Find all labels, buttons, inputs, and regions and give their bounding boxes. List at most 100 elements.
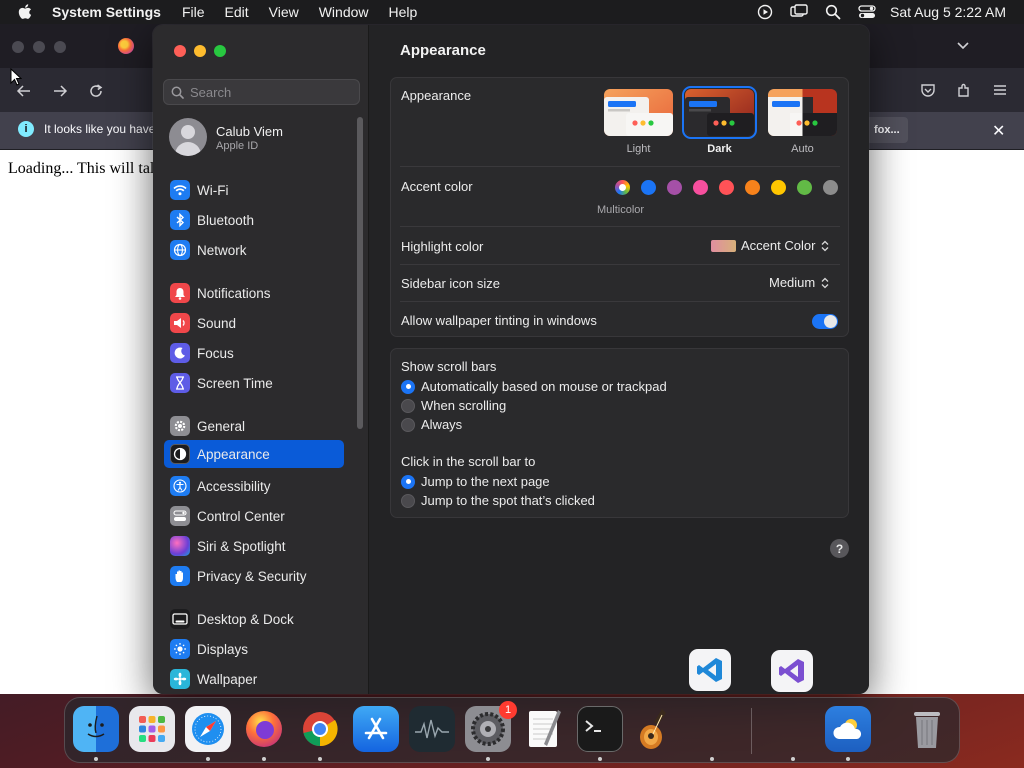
visual-studio-icon[interactable] xyxy=(771,650,813,692)
accent-pink-swatch[interactable] xyxy=(693,180,708,195)
search-input[interactable] xyxy=(190,84,350,100)
menu-file[interactable]: File xyxy=(182,4,205,20)
play-status-icon[interactable] xyxy=(748,0,782,24)
menu-help[interactable]: Help xyxy=(389,4,418,20)
browser-zoom-button[interactable] xyxy=(54,41,66,53)
spotlight-search-icon[interactable] xyxy=(816,0,850,24)
radio-label: Jump to the spot that’s clicked xyxy=(421,493,595,508)
sidebar-item-wifi[interactable]: Wi-Fi xyxy=(164,176,344,204)
terminal-icon[interactable] xyxy=(577,706,623,752)
sidebar-search[interactable] xyxy=(163,79,360,105)
apple-menu-icon[interactable] xyxy=(18,4,38,20)
accent-purple-swatch[interactable] xyxy=(667,180,682,195)
page-loading-text: Loading... This will tal xyxy=(8,160,155,177)
textedit-icon[interactable] xyxy=(521,706,567,752)
firefox-icon[interactable] xyxy=(241,706,287,752)
help-button[interactable]: ? xyxy=(830,539,849,558)
system-settings-icon[interactable]: 1 xyxy=(465,701,517,752)
sidebar-item-screen-time[interactable]: Screen Time xyxy=(164,369,344,397)
notification-action-button[interactable]: fox... xyxy=(866,117,908,143)
accent-yellow-swatch[interactable] xyxy=(771,180,786,195)
sidebar-item-label: Wi-Fi xyxy=(197,182,229,198)
radio-selected[interactable] xyxy=(401,379,415,394)
vscode-icon[interactable] xyxy=(689,649,731,691)
accent-multicolor-swatch[interactable] xyxy=(615,180,630,195)
accent-graphite-swatch[interactable] xyxy=(823,180,838,195)
accent-blue-swatch[interactable] xyxy=(641,180,656,195)
sidebar-item-label: Accessibility xyxy=(197,478,271,494)
close-icon[interactable]: ✕ xyxy=(992,121,1005,141)
accent-orange-swatch[interactable] xyxy=(745,180,760,195)
appearance-light-option[interactable] xyxy=(604,89,673,136)
screen-mirroring-icon[interactable] xyxy=(782,0,816,24)
system-settings-window: Calub Viem Apple ID Wi-Fi Bluetooth Netw… xyxy=(153,25,869,694)
menu-view[interactable]: View xyxy=(269,4,299,20)
scroll-bars-when-scrolling-option[interactable]: When scrolling xyxy=(401,398,506,413)
sidebar-scrollbar[interactable] xyxy=(357,117,363,429)
radio-unselected[interactable] xyxy=(401,398,415,413)
scroll-bars-auto-option[interactable]: Automatically based on mouse or trackpad xyxy=(401,379,667,394)
reload-icon[interactable] xyxy=(87,82,105,100)
menu-clock[interactable]: Sat Aug 5 2:22 AM xyxy=(890,4,1006,20)
activity-monitor-icon[interactable] xyxy=(409,706,455,752)
sidebar-item-siri-spotlight[interactable]: Siri & Spotlight xyxy=(164,532,344,560)
sidebar-item-network[interactable]: Network xyxy=(164,236,344,264)
sidebar-item-wallpaper[interactable]: Wallpaper xyxy=(164,665,344,693)
click-spot-option[interactable]: Jump to the spot that’s clicked xyxy=(401,493,595,508)
wallpaper-tinting-toggle[interactable] xyxy=(812,314,838,329)
scroll-bars-always-option[interactable]: Always xyxy=(401,417,462,432)
chrome-icon[interactable] xyxy=(297,706,343,752)
sidebar-item-accessibility[interactable]: Accessibility xyxy=(164,472,344,500)
sidebar-item-appearance[interactable]: Appearance xyxy=(164,440,344,468)
weather-icon[interactable] xyxy=(825,706,871,752)
sidebar-item-label: Displays xyxy=(197,641,249,657)
accent-green-swatch[interactable] xyxy=(797,180,812,195)
apple-id-profile[interactable]: Calub Viem Apple ID xyxy=(169,118,349,158)
forward-arrow-icon[interactable] xyxy=(51,82,69,100)
click-next-page-option[interactable]: Jump to the next page xyxy=(401,474,550,489)
accent-red-swatch[interactable] xyxy=(719,180,734,195)
sidebar-item-focus[interactable]: Focus xyxy=(164,339,344,367)
sidebar-item-privacy-security[interactable]: Privacy & Security xyxy=(164,562,344,590)
highlight-color-popup[interactable]: Accent Color xyxy=(711,238,830,253)
browser-close-button[interactable] xyxy=(12,41,24,53)
app-store-icon[interactable] xyxy=(353,706,399,752)
radio-unselected[interactable] xyxy=(401,417,415,432)
firefox-tab-icon[interactable] xyxy=(118,38,134,54)
window-close-button[interactable] xyxy=(174,45,186,57)
trash-icon[interactable] xyxy=(904,706,950,752)
pocket-icon[interactable] xyxy=(918,80,938,100)
safari-icon[interactable] xyxy=(185,706,231,752)
sidebar-item-control-center[interactable]: Control Center xyxy=(164,502,344,530)
hamburger-menu-icon[interactable] xyxy=(990,80,1010,100)
highlight-swatch xyxy=(711,239,736,252)
sidebar-item-label: Privacy & Security xyxy=(197,568,307,584)
appearance-auto-option[interactable] xyxy=(768,89,837,136)
extensions-icon[interactable] xyxy=(954,80,974,100)
sidebar-item-displays[interactable]: Displays xyxy=(164,635,344,663)
sidebar-item-desktop-dock[interactable]: Desktop & Dock xyxy=(164,605,344,633)
control-center-menu-icon[interactable] xyxy=(850,0,884,24)
app-running-indicator xyxy=(791,757,795,761)
radio-selected[interactable] xyxy=(401,474,415,489)
menu-window[interactable]: Window xyxy=(319,4,369,20)
finder-icon[interactable] xyxy=(73,706,119,752)
sidebar-item-notifications[interactable]: Notifications xyxy=(164,279,344,307)
sidebar-item-bluetooth[interactable]: Bluetooth xyxy=(164,206,344,234)
menu-edit[interactable]: Edit xyxy=(225,4,249,20)
weather-running-indicator xyxy=(846,757,850,761)
window-minimize-button[interactable] xyxy=(194,45,206,57)
launchpad-icon[interactable] xyxy=(129,706,175,752)
sidebar-item-general[interactable]: General xyxy=(164,412,344,440)
chevron-down-icon[interactable] xyxy=(956,38,970,57)
appearance-dark-option[interactable] xyxy=(682,86,757,139)
sidebar-item-sound[interactable]: Sound xyxy=(164,309,344,337)
garageband-icon[interactable] xyxy=(633,706,679,752)
window-zoom-button[interactable] xyxy=(214,45,226,57)
sidebar-icon-size-popup[interactable]: Medium xyxy=(769,275,830,290)
menu-app-name[interactable]: System Settings xyxy=(52,4,161,20)
search-icon xyxy=(171,86,184,99)
radio-unselected[interactable] xyxy=(401,493,415,508)
scroll-bar-settings-card: Show scroll bars Automatically based on … xyxy=(390,348,849,518)
browser-minimize-button[interactable] xyxy=(33,41,45,53)
